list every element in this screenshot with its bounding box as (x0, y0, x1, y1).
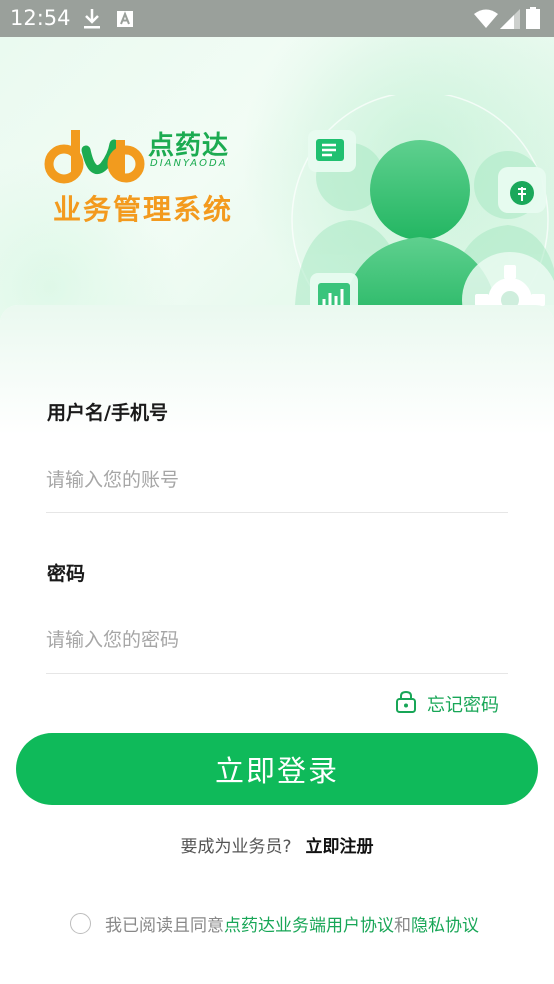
login-button[interactable]: 立即登录 (16, 733, 538, 805)
brand-latin: DIANYAODA (150, 158, 228, 169)
agreement-and: 和 (394, 915, 411, 936)
password-divider (46, 673, 508, 674)
message-card-icon (308, 130, 356, 172)
register-question: 要成为业务员? (180, 837, 292, 857)
status-bar: 12:54 (0, 0, 554, 37)
register-row: 要成为业务员? 立即注册 (0, 832, 554, 857)
forgot-password-label: 忘记密码 (427, 695, 499, 716)
password-label: 密码 (47, 563, 86, 585)
privacy-policy-link[interactable]: 隐私协议 (411, 911, 479, 936)
battery-icon (526, 7, 540, 33)
status-time: 12:54 (10, 6, 71, 30)
agreement-prefix: 我已阅读且同意 (105, 915, 224, 936)
agreement-row: 我已阅读且同意 点药达业务端用户协议和隐私协议 (70, 911, 479, 936)
agreement-checkbox[interactable] (70, 912, 91, 934)
a-box-icon (116, 10, 134, 32)
app-subtitle: 业务管理系统 (53, 193, 234, 226)
forgot-password-link[interactable]: 忘记密码 (395, 690, 499, 718)
money-bag-icon (498, 167, 546, 213)
register-link[interactable]: 立即注册 (306, 837, 374, 857)
download-icon (82, 8, 102, 34)
wifi-icon (474, 9, 498, 33)
signal-icon (500, 9, 520, 33)
password-input[interactable] (46, 615, 508, 665)
username-divider (46, 512, 508, 513)
username-label: 用户名/手机号 (47, 402, 168, 424)
user-agreement-link[interactable]: 点药达业务端用户协议 (224, 911, 394, 936)
brand-name: 点药达 (148, 131, 230, 161)
username-input[interactable] (46, 455, 508, 505)
lock-icon (395, 690, 417, 718)
